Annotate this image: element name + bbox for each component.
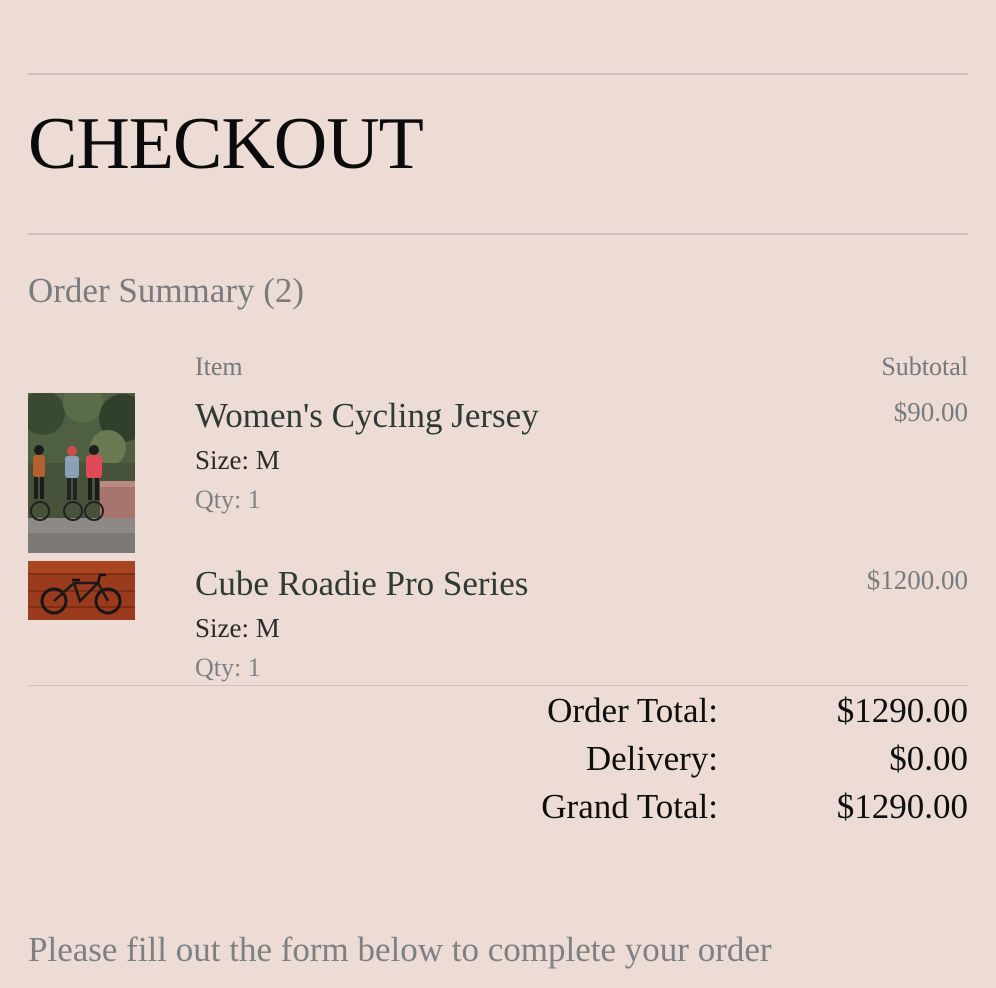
item-image-road-bike[interactable] (28, 561, 135, 620)
item-name[interactable]: Cube Roadie Pro Series (195, 564, 528, 604)
road-bike-photo (28, 561, 135, 620)
item-image-cycling-jersey[interactable] (28, 393, 135, 553)
item-price: $1200.00 (866, 565, 968, 595)
delivery-value: $0.00 (889, 739, 968, 778)
item-name[interactable]: Women's Cycling Jersey (195, 396, 539, 436)
column-header-subtotal: Subtotal (881, 352, 968, 381)
page-title: CHECKOUT (28, 103, 424, 185)
order-total-label: Order Total: (547, 691, 718, 730)
three-cyclists-photo (28, 393, 135, 553)
item-qty: Qty: 1 (195, 653, 261, 682)
item-size: Size: M (195, 613, 280, 643)
item-price: $90.00 (893, 397, 968, 427)
grand-total-label: Grand Total: (541, 787, 718, 826)
order-total-value: $1290.00 (836, 691, 968, 730)
item-size: Size: M (195, 445, 280, 475)
order-summary-title: Order Summary (2) (28, 271, 305, 310)
top-divider (28, 73, 968, 75)
item-qty: Qty: 1 (195, 485, 261, 514)
items-divider (28, 685, 968, 686)
column-header-item: Item (195, 352, 243, 381)
title-divider (28, 233, 968, 235)
delivery-label: Delivery: (585, 739, 718, 778)
grand-total-value: $1290.00 (836, 787, 968, 826)
form-instructions: Please fill out the form below to comple… (28, 930, 772, 969)
